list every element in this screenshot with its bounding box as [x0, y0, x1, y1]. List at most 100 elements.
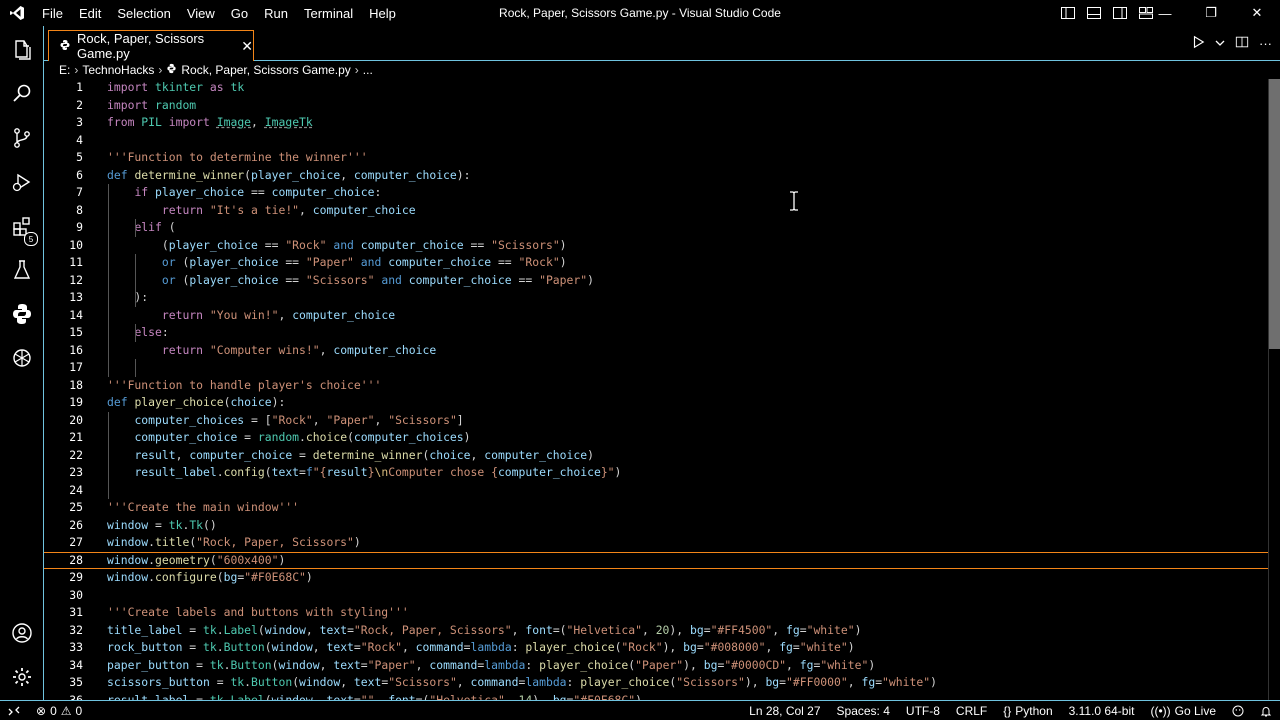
code-line[interactable]: 19 def player_choice(choice): — [44, 394, 1268, 412]
close-button[interactable]: ✕ — [1234, 0, 1280, 26]
indentation[interactable]: Spaces: 4 — [829, 704, 898, 718]
python-interpreter[interactable]: 3.11.0 64-bit — [1061, 704, 1143, 718]
code-line[interactable]: 10 (player_choice == "Rock" and computer… — [44, 237, 1268, 255]
code-line[interactable]: 31 '''Create labels and buttons with styl… — [44, 604, 1268, 622]
end-of-line[interactable]: CRLF — [948, 704, 995, 718]
breadcrumb-separator-icon: › — [354, 63, 359, 77]
split-editor-icon[interactable] — [1235, 35, 1249, 52]
code-line[interactable]: 15 else: — [44, 324, 1268, 342]
code-line[interactable]: 22 result, computer_choice = determine_w… — [44, 447, 1268, 465]
explorer-icon[interactable] — [0, 28, 44, 72]
breadcrumb-file[interactable]: Rock, Paper, Scissors Game.py — [181, 63, 350, 77]
code-line[interactable]: 21 computer_choice = random.choice(compu… — [44, 429, 1268, 447]
code-line[interactable]: 8 return "It's a tie!", computer_choice — [44, 202, 1268, 220]
feedback-icon[interactable] — [1224, 705, 1252, 717]
code-line[interactable]: 36 result_label = tk.Label(window, text="… — [44, 692, 1268, 701]
code-line[interactable]: 33 rock_button = tk.Button(window, text="… — [44, 639, 1268, 657]
code-line[interactable]: 5 '''Function to determine the winner''' — [44, 149, 1268, 167]
language-mode[interactable]: {} Python — [995, 704, 1060, 718]
menu-edit[interactable]: Edit — [71, 6, 109, 21]
code-token: . — [216, 622, 224, 637]
more-actions-icon[interactable]: ··· — [1259, 36, 1272, 51]
code-line[interactable]: 24 — [44, 482, 1268, 500]
chevron-down-icon[interactable] — [1215, 36, 1225, 51]
code-text: from PIL import Image, ImageTk — [107, 114, 313, 132]
scrollbar-thumb[interactable] — [1269, 79, 1280, 349]
remote-indicator[interactable] — [0, 705, 28, 717]
code-line[interactable]: 29 window.configure(bg="#F0E68C") — [44, 569, 1268, 587]
code-token: , — [312, 412, 327, 427]
extensions-badge: 5 — [24, 232, 38, 246]
cursor-position[interactable]: Ln 28, Col 27 — [741, 704, 828, 718]
code-token: . — [148, 535, 156, 549]
toggle-primary-sidebar-icon[interactable] — [1060, 5, 1076, 21]
code-line[interactable]: 20 computer_choices = ["Rock", "Paper", … — [44, 412, 1268, 430]
code-line[interactable]: 25 '''Create the main window''' — [44, 499, 1268, 517]
close-tab-icon[interactable]: ✕ — [241, 38, 253, 55]
code-line[interactable]: 32 title_label = tk.Label(window, text="R… — [44, 622, 1268, 640]
encoding[interactable]: UTF-8 — [898, 704, 948, 718]
code-token: computer_choice — [388, 255, 492, 269]
code-line[interactable]: 11 or (player_choice == "Paper" and comp… — [44, 254, 1268, 272]
python-icon[interactable] — [0, 292, 44, 336]
menu-go[interactable]: Go — [223, 6, 256, 21]
code-token: "Scissors" — [388, 412, 457, 427]
code-line[interactable]: 27 window.title("Rock, Paper, Scissors") — [44, 534, 1268, 552]
code-line[interactable]: 13 ): — [44, 289, 1268, 307]
menu-view[interactable]: View — [179, 6, 223, 21]
code-line[interactable]: 16 return "Computer wins!", computer_cho… — [44, 342, 1268, 360]
menu-help[interactable]: Help — [361, 6, 404, 21]
code-token: bg — [552, 692, 567, 701]
restore-button[interactable]: ❐ — [1188, 0, 1234, 26]
manage-gear-icon[interactable] — [0, 655, 44, 699]
code-line[interactable]: 1 import tkinter as tk — [44, 79, 1268, 97]
code-editor[interactable]: 1 import tkinter as tk 2 import random 3 from… — [44, 79, 1268, 700]
testing-icon[interactable] — [0, 248, 44, 292]
go-live-button[interactable]: ((•)) Go Live — [1142, 704, 1224, 718]
code-line[interactable]: 18 '''Function to handle player's choice'… — [44, 377, 1268, 395]
run-debug-icon[interactable] — [0, 160, 44, 204]
breadcrumb-folder[interactable]: TechnoHacks — [82, 63, 154, 77]
run-python-file-icon[interactable] — [1191, 35, 1205, 52]
code-line[interactable]: 26 window = tk.Tk() — [44, 517, 1268, 535]
code-line[interactable]: 4 — [44, 132, 1268, 150]
extensions-icon[interactable]: 5 — [0, 204, 44, 248]
code-line[interactable]: 3 from PIL import Image, ImageTk — [44, 114, 1268, 132]
code-line[interactable]: 35 scissors_button = tk.Button(window, te… — [44, 674, 1268, 692]
notifications-bell-icon[interactable] — [1252, 705, 1280, 717]
breadcrumb-more[interactable]: ... — [363, 63, 373, 77]
chatgpt-icon[interactable] — [0, 336, 44, 380]
editor-vertical-scrollbar[interactable] — [1268, 79, 1280, 700]
menu-selection[interactable]: Selection — [109, 6, 178, 21]
code-token: or — [161, 255, 176, 269]
tab-rock-paper-scissors[interactable]: Rock, Paper, Scissors Game.py ✕ — [48, 30, 254, 61]
code-token: "white" — [882, 675, 931, 689]
code-token: Button — [251, 675, 293, 689]
code-token: = — [799, 622, 807, 637]
code-line[interactable]: 7 if player_choice == computer_choice: — [44, 184, 1268, 202]
accounts-icon[interactable] — [0, 611, 44, 655]
code-line[interactable]: 28 window.geometry("600x400") — [44, 551, 1268, 569]
toggle-secondary-sidebar-icon[interactable] — [1112, 5, 1128, 21]
code-line[interactable]: 30 — [44, 587, 1268, 605]
code-token: and — [333, 237, 354, 252]
code-line[interactable]: 17 — [44, 359, 1268, 377]
menu-run[interactable]: Run — [256, 6, 296, 21]
code-line[interactable]: 23 result_label.config(text=f"{result}\n… — [44, 464, 1268, 482]
source-control-icon[interactable] — [0, 116, 44, 160]
code-token: text — [326, 640, 354, 654]
toggle-panel-icon[interactable] — [1086, 5, 1102, 21]
code-line[interactable]: 12 or (player_choice == "Scissors" and c… — [44, 272, 1268, 290]
problems-indicator[interactable]: ⊗ 0 ⚠ 0 — [28, 704, 90, 718]
code-line[interactable]: 14 return "You win!", computer_choice — [44, 307, 1268, 325]
search-icon[interactable] — [0, 72, 44, 116]
menu-terminal[interactable]: Terminal — [296, 6, 361, 21]
menu-file[interactable]: File — [34, 6, 71, 21]
minimize-button[interactable]: — — [1142, 0, 1188, 26]
breadcrumb-drive[interactable]: E: — [59, 63, 70, 77]
code-line[interactable]: 2 import random — [44, 97, 1268, 115]
code-line[interactable]: 6 def determine_winner(player_choice, com… — [44, 167, 1268, 185]
code-line[interactable]: 34 paper_button = tk.Button(window, text=… — [44, 657, 1268, 675]
code-token: ) — [587, 272, 594, 287]
code-line[interactable]: 9 elif ( — [44, 219, 1268, 237]
